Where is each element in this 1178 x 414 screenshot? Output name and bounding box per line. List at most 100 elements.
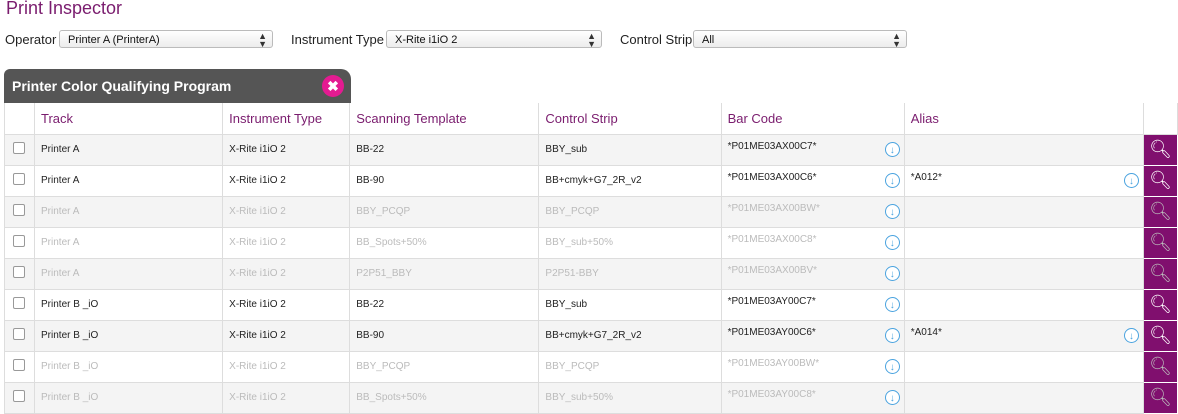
strip-select[interactable]: All ▲ ▼ bbox=[693, 30, 907, 49]
download-icon[interactable]: ↓ bbox=[884, 203, 900, 219]
inspect-button[interactable]: 🔍︎ bbox=[1142, 164, 1178, 197]
row-checkbox[interactable] bbox=[13, 390, 25, 402]
magnifier-icon: 🔍︎ bbox=[1149, 387, 1172, 407]
row-checkbox[interactable] bbox=[13, 297, 25, 309]
table-row: Printer B _iO X-Rite i1iO 2 BB-22 BBY_sub *P… bbox=[3, 288, 1178, 321]
row-checkbox[interactable] bbox=[13, 266, 25, 278]
column-header-alias[interactable]: Alias bbox=[903, 103, 1144, 135]
page-title: Print Inspector bbox=[6, 0, 123, 18]
table-row: Printer B _iO X-Rite i1iO 2 BBY_PCQP BBY_PC… bbox=[3, 350, 1178, 383]
template-cell: BB_Spots+50% bbox=[349, 226, 540, 259]
download-icon[interactable]: ↓ bbox=[884, 296, 900, 312]
column-header-scanning-template[interactable]: Scanning Template bbox=[349, 103, 540, 135]
control-strip-cell: BBY_sub bbox=[538, 288, 722, 321]
bar-code-value: *P01ME03AX00C6* bbox=[727, 171, 817, 183]
download-icon[interactable]: ↓ bbox=[884, 327, 900, 343]
inspect-button[interactable]: 🔍︎ bbox=[1142, 195, 1178, 228]
instrument-select[interactable]: X-Rite i1iO 2 ▲ ▼ bbox=[386, 30, 602, 49]
table-row: Printer A X-Rite i1iO 2 BB_Spots+50% BBY_su… bbox=[3, 226, 1178, 259]
operator-value: Printer A (PrinterA) bbox=[68, 34, 160, 46]
inspect-button[interactable]: 🔍︎ bbox=[1142, 350, 1178, 383]
inspect-button[interactable]: 🔍︎ bbox=[1142, 226, 1178, 259]
instrument-value: X-Rite i1iO 2 bbox=[395, 34, 458, 46]
bar-code-cell: *P01ME03AX00BW* ↓ bbox=[720, 195, 905, 228]
strip-value: All bbox=[702, 34, 715, 46]
magnifier-icon: 🔍︎ bbox=[1149, 139, 1172, 159]
control-strip-cell: BBY_PCQP bbox=[538, 350, 722, 383]
track-cell: Printer B _iO bbox=[34, 350, 224, 383]
control-strip-cell: BB+cmyk+G7_2R_v2 bbox=[538, 164, 722, 197]
track-cell: Printer A bbox=[34, 133, 224, 166]
magnifier-icon: 🔍︎ bbox=[1149, 294, 1172, 314]
row-select-cell bbox=[3, 195, 36, 228]
instrument-cell: X-Rite i1iO 2 bbox=[222, 350, 351, 383]
table-row: Printer A X-Rite i1iO 2 P2P51_BBY P2P51-BBY… bbox=[3, 257, 1178, 290]
bar-code-value: *P01ME03AX00BV* bbox=[727, 264, 818, 276]
control-strip-cell: BBY_sub+50% bbox=[538, 381, 722, 414]
alias-value: *A014* bbox=[910, 326, 942, 338]
row-select-cell bbox=[3, 164, 36, 197]
column-header-instrument-type[interactable]: Instrument Type bbox=[222, 103, 351, 135]
row-select-cell bbox=[3, 288, 36, 321]
table-row: Printer B _iO X-Rite i1iO 2 BB-90 BB+cmyk+G… bbox=[3, 319, 1178, 352]
row-checkbox[interactable] bbox=[13, 204, 25, 216]
download-icon[interactable]: ↓ bbox=[884, 265, 900, 281]
control-strip-cell: BBY_sub+50% bbox=[538, 226, 722, 259]
template-cell: BB-22 bbox=[349, 133, 540, 166]
track-cell: Printer A bbox=[34, 226, 224, 259]
row-select-cell bbox=[3, 350, 36, 383]
table-row: Printer A X-Rite i1iO 2 BB-90 BB+cmyk+G7_2R… bbox=[3, 164, 1178, 197]
bar-code-cell: *P01ME03AY00C6* ↓ bbox=[720, 319, 905, 352]
operator-select[interactable]: Printer A (PrinterA) ▲ ▼ bbox=[59, 30, 273, 49]
bar-code-cell: *P01ME03AX00BV* ↓ bbox=[720, 257, 905, 290]
bar-code-value: *P01ME03AY00C6* bbox=[727, 326, 816, 338]
row-checkbox[interactable] bbox=[13, 359, 25, 371]
track-cell: Printer A bbox=[34, 257, 224, 290]
operator-label: Operator bbox=[5, 32, 57, 47]
row-checkbox[interactable] bbox=[13, 235, 25, 247]
inspect-button[interactable]: 🔍︎ bbox=[1142, 319, 1178, 352]
download-icon[interactable]: ↓ bbox=[884, 389, 900, 405]
inspect-button[interactable]: 🔍︎ bbox=[1142, 381, 1178, 414]
row-checkbox[interactable] bbox=[13, 142, 25, 154]
bar-code-cell: *P01ME03AY00C7* ↓ bbox=[720, 288, 905, 321]
download-icon[interactable]: ↓ bbox=[884, 358, 900, 374]
download-icon[interactable]: ↓ bbox=[1123, 172, 1139, 188]
instrument-cell: X-Rite i1iO 2 bbox=[222, 288, 351, 321]
column-header-control-strip[interactable]: Control Strip bbox=[538, 103, 722, 135]
magnifier-icon: 🔍︎ bbox=[1149, 325, 1172, 345]
control-strip-cell: BBY_sub bbox=[538, 133, 722, 166]
column-header-bar-code[interactable]: Bar Code bbox=[720, 103, 905, 135]
row-select-cell bbox=[3, 226, 36, 259]
instrument-cell: X-Rite i1iO 2 bbox=[222, 164, 351, 197]
bar-code-value: *P01ME03AY00BW* bbox=[727, 357, 820, 369]
alias-cell bbox=[903, 288, 1144, 321]
download-icon[interactable]: ↓ bbox=[884, 234, 900, 250]
alias-cell bbox=[903, 257, 1144, 290]
alias-cell: *A014* ↓ bbox=[903, 319, 1144, 352]
download-icon[interactable]: ↓ bbox=[884, 172, 900, 188]
template-cell: BB-22 bbox=[349, 288, 540, 321]
inspect-button[interactable]: 🔍︎ bbox=[1142, 133, 1178, 166]
bar-code-cell: *P01ME03AY00C8* ↓ bbox=[720, 381, 905, 414]
download-icon[interactable]: ↓ bbox=[1123, 327, 1139, 343]
select-arrows-icon: ▲ ▼ bbox=[587, 31, 596, 49]
row-checkbox[interactable] bbox=[13, 173, 25, 185]
alias-cell bbox=[903, 381, 1144, 414]
instrument-cell: X-Rite i1iO 2 bbox=[222, 319, 351, 352]
download-icon[interactable]: ↓ bbox=[884, 141, 900, 157]
bar-code-value: *P01ME03AX00BW* bbox=[727, 202, 820, 214]
table-row: Printer A X-Rite i1iO 2 BB-22 BBY_sub *P01ME… bbox=[3, 133, 1178, 166]
instrument-cell: X-Rite i1iO 2 bbox=[222, 257, 351, 290]
magnifier-icon: 🔍︎ bbox=[1149, 263, 1172, 283]
column-header-actions bbox=[1142, 103, 1178, 135]
column-header-track[interactable]: Track bbox=[34, 103, 224, 135]
alias-value: *A012* bbox=[910, 171, 942, 183]
wrench-hammer-icon[interactable]: ✖ bbox=[322, 75, 344, 97]
inspect-button[interactable]: 🔍︎ bbox=[1142, 288, 1178, 321]
row-select-cell bbox=[3, 133, 36, 166]
panel-header: Printer Color Qualifying Program ✖ bbox=[4, 69, 351, 103]
inspect-button[interactable]: 🔍︎ bbox=[1142, 257, 1178, 290]
column-header-select bbox=[3, 103, 36, 135]
row-checkbox[interactable] bbox=[13, 328, 25, 340]
